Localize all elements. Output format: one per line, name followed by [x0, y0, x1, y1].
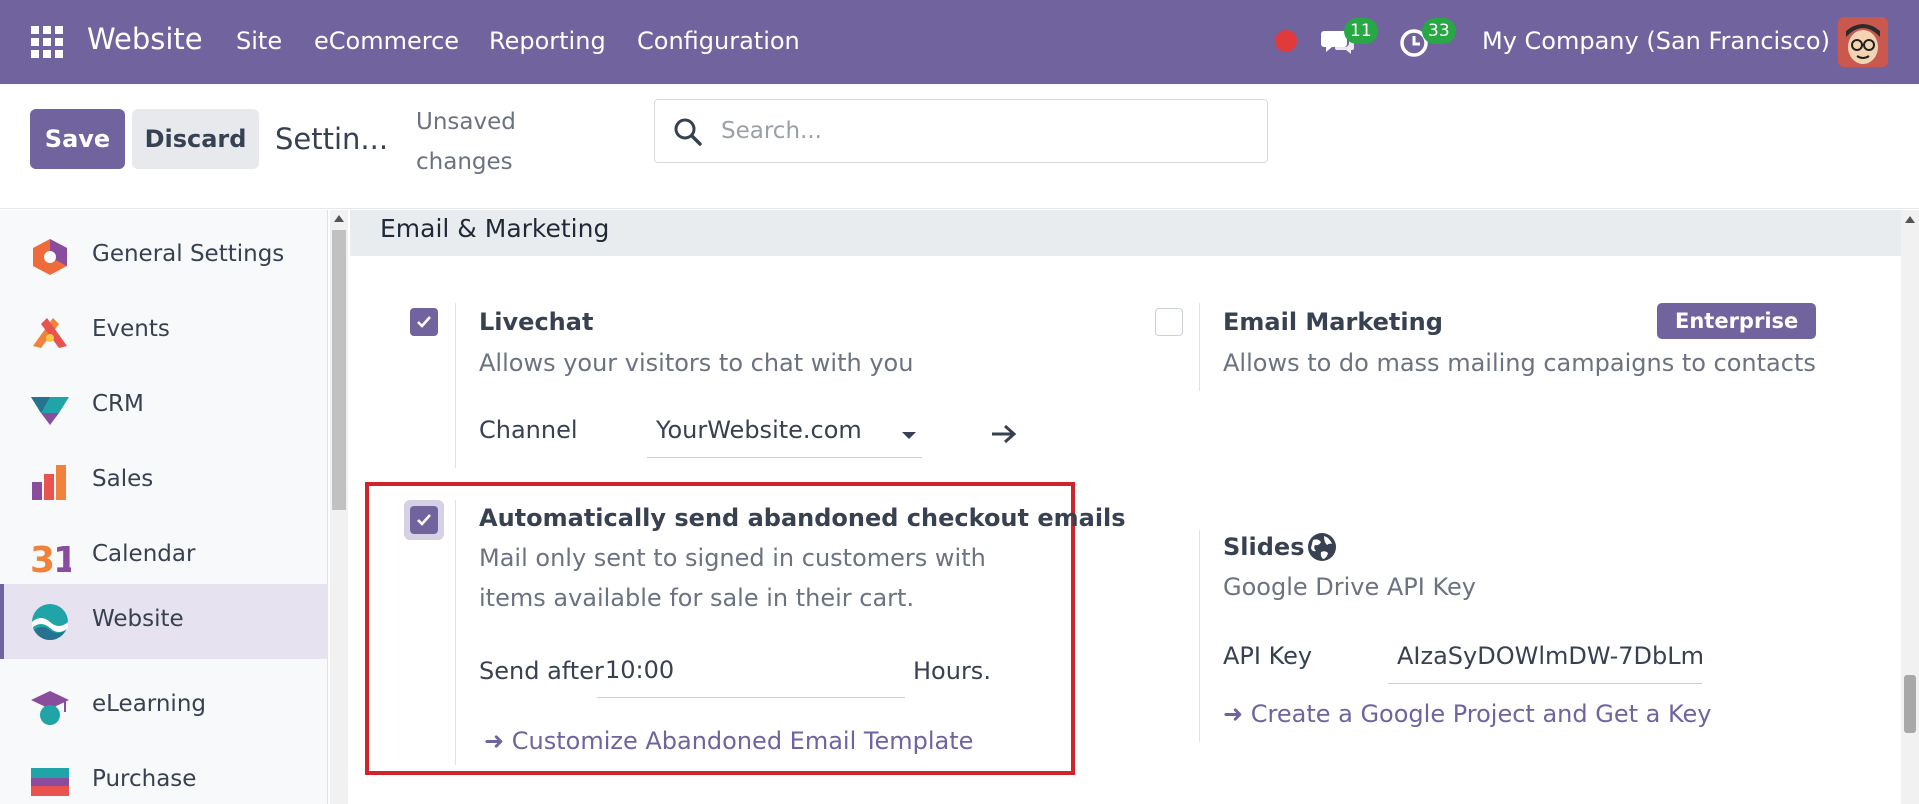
- chat-count-badge: 11: [1344, 18, 1378, 44]
- email-marketing-title: Email Marketing: [1223, 308, 1443, 336]
- apps-grid-icon[interactable]: [31, 26, 63, 58]
- send-after-value: 10:00: [605, 656, 675, 684]
- unsaved-changes-indicator: Unsaved changes: [416, 109, 516, 175]
- elearning-icon: [31, 691, 69, 725]
- scroll-up-arrow-icon[interactable]: [334, 215, 344, 222]
- settings-sidebar: General Settings Events CRM Sales 3 1 Ca…: [0, 210, 328, 804]
- menu-ecommerce[interactable]: eCommerce: [314, 27, 459, 55]
- sidebar-item-general-settings[interactable]: General Settings: [0, 219, 328, 294]
- hours-label: Hours.: [913, 657, 991, 685]
- purchase-icon: [31, 768, 69, 796]
- section-header: Email & Marketing: [350, 210, 1901, 256]
- sidebar-scroll-thumb[interactable]: [332, 230, 346, 510]
- menu-reporting[interactable]: Reporting: [489, 27, 606, 55]
- sidebar-item-label: General Settings: [92, 241, 285, 267]
- sidebar-item-website[interactable]: Website: [0, 584, 328, 659]
- company-switcher[interactable]: My Company (San Francisco): [1482, 27, 1830, 55]
- control-panel: Save Discard Settin... Unsaved changes: [0, 84, 1919, 209]
- slides-title: Slides: [1223, 533, 1305, 561]
- create-google-project-label: Create a Google Project and Get a Key: [1250, 700, 1712, 728]
- activity-count-badge: 33: [1422, 18, 1456, 44]
- sidebar-item-calendar[interactable]: 3 1 Calendar: [0, 519, 328, 594]
- livechat-description: Allows your visitors to chat with you: [479, 349, 914, 377]
- section-title: Email & Marketing: [380, 214, 610, 243]
- menu-configuration[interactable]: Configuration: [637, 27, 800, 55]
- send-after-label: Send after: [479, 657, 604, 685]
- sidebar-item-label: Sales: [92, 466, 154, 492]
- arrow-right-icon: ➜: [484, 727, 505, 755]
- setting-divider: [455, 303, 456, 468]
- settings-content: Email & Marketing Livechat Allows your v…: [350, 210, 1901, 804]
- sidebar-item-elearning[interactable]: eLearning: [0, 669, 328, 744]
- setting-divider: [1199, 530, 1200, 742]
- app-brand[interactable]: Website: [87, 22, 203, 56]
- channel-value: YourWebsite.com: [656, 416, 862, 444]
- setting-divider: [455, 500, 456, 765]
- livechat-title: Livechat: [479, 308, 594, 336]
- breadcrumb: Settin...: [275, 122, 389, 156]
- checkmark-icon: [417, 316, 431, 328]
- slides-description: Google Drive API Key: [1223, 573, 1476, 601]
- scroll-up-arrow-icon[interactable]: [1905, 216, 1915, 223]
- checkmark-icon: [417, 514, 431, 526]
- svg-text:1: 1: [53, 540, 71, 577]
- email-marketing-description: Allows to do mass mailing campaigns to c…: [1223, 349, 1816, 377]
- arrow-right-icon[interactable]: [990, 423, 1018, 445]
- arrow-right-icon: ➜: [1223, 700, 1244, 728]
- caret-down-icon: [902, 432, 916, 439]
- email-marketing-checkbox[interactable]: [1155, 308, 1183, 336]
- sidebar-item-label: CRM: [92, 391, 144, 417]
- api-key-value: AIzaSyDOWlmDW-7DbLm: [1397, 642, 1702, 670]
- record-dot-icon[interactable]: [1275, 30, 1297, 52]
- abandoned-checkout-checkbox[interactable]: [410, 506, 438, 534]
- content-scroll-thumb[interactable]: [1904, 675, 1916, 733]
- abandoned-checkout-description: Mail only sent to signed in customers wi…: [479, 544, 986, 612]
- sidebar-item-purchase[interactable]: Purchase: [0, 744, 328, 804]
- search-icon: [674, 118, 702, 146]
- channel-label: Channel: [479, 416, 578, 444]
- menu-site[interactable]: Site: [236, 27, 282, 55]
- save-button[interactable]: Save: [30, 109, 125, 169]
- sidebar-item-label: Calendar: [92, 541, 196, 567]
- api-key-input[interactable]: AIzaSyDOWlmDW-7DbLm: [1388, 642, 1702, 684]
- send-after-input[interactable]: 10:00: [597, 656, 905, 698]
- content-scrollbar[interactable]: [1901, 210, 1919, 804]
- search-box[interactable]: [654, 99, 1268, 163]
- sidebar-item-label: Website: [92, 606, 184, 632]
- create-google-project-link[interactable]: ➜ Create a Google Project and Get a Key: [1223, 700, 1712, 728]
- globe-icon: [1308, 533, 1336, 561]
- enterprise-badge[interactable]: Enterprise: [1657, 303, 1817, 339]
- general-settings-icon: [33, 239, 67, 275]
- svg-text:3: 3: [30, 540, 55, 577]
- crm-icon: [31, 397, 69, 425]
- top-navbar: Website Site eCommerce Reporting Configu…: [0, 0, 1919, 84]
- channel-select[interactable]: YourWebsite.com: [647, 416, 922, 458]
- sidebar-item-label: eLearning: [92, 691, 207, 717]
- sidebar-item-sales[interactable]: Sales: [0, 444, 328, 519]
- events-icon: [33, 318, 67, 348]
- api-key-label: API Key: [1223, 642, 1313, 670]
- sales-icon: [32, 465, 66, 500]
- customize-template-label: Customize Abandoned Email Template: [511, 727, 974, 755]
- avatar[interactable]: [1838, 17, 1888, 67]
- abandoned-checkout-title: Automatically send abandoned checkout em…: [479, 504, 1126, 532]
- sidebar-item-crm[interactable]: CRM: [0, 369, 328, 444]
- calendar-icon: 3 1: [30, 540, 71, 577]
- sidebar-item-label: Purchase: [92, 766, 197, 792]
- sidebar-item-label: Events: [92, 316, 170, 342]
- sidebar-scrollbar[interactable]: [330, 210, 348, 804]
- website-icon: [32, 604, 68, 640]
- search-input[interactable]: [721, 110, 1241, 152]
- discard-button[interactable]: Discard: [132, 109, 259, 169]
- setting-divider: [1199, 303, 1200, 391]
- customize-template-link[interactable]: ➜ Customize Abandoned Email Template: [484, 727, 973, 755]
- sidebar-item-events[interactable]: Events: [0, 294, 328, 369]
- livechat-checkbox[interactable]: [410, 308, 438, 336]
